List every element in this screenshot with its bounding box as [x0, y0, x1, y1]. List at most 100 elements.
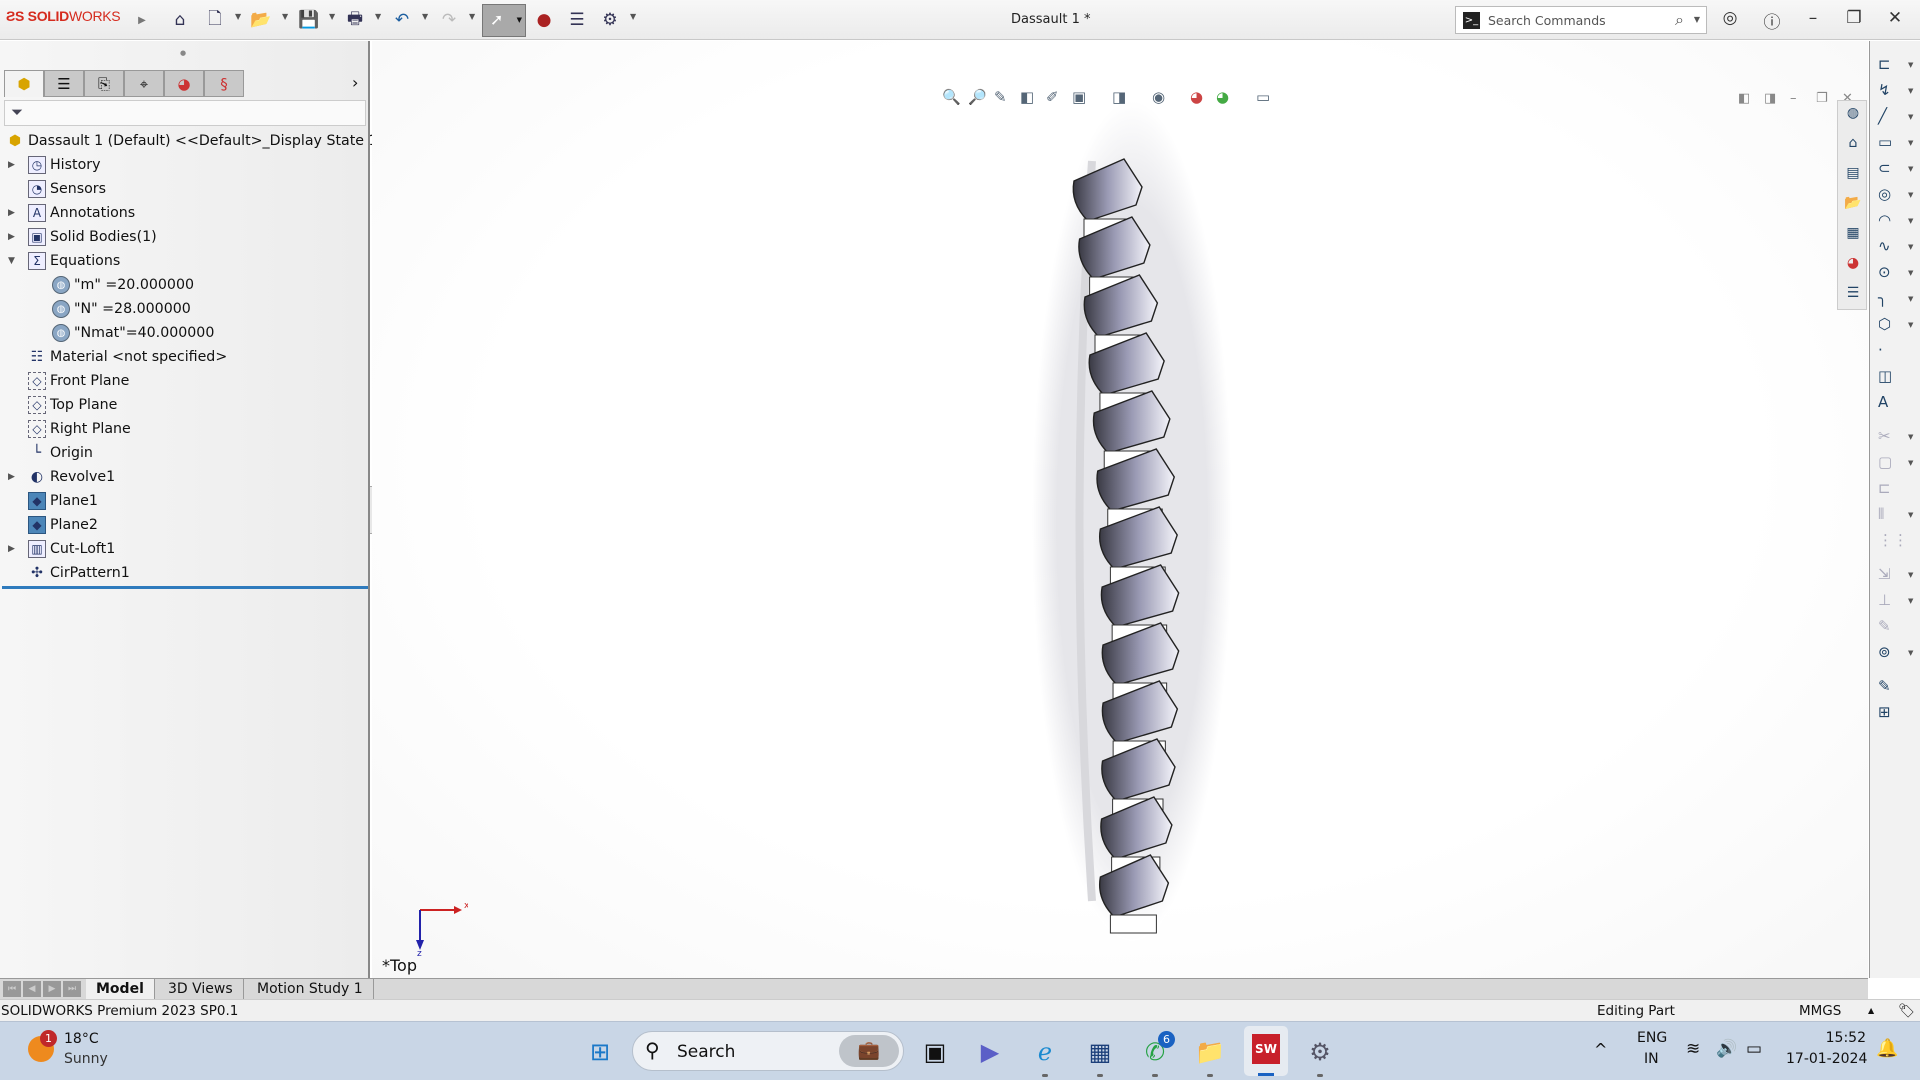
viewport-restore-icon[interactable]: ❐ — [1816, 91, 1828, 106]
section-view-icon[interactable]: ◧ — [1020, 88, 1034, 106]
command-dropdown-icon[interactable]: ▼ — [1908, 243, 1913, 251]
tree-item[interactable]: ▼ Σ Equations — [8, 249, 120, 273]
tree-item[interactable]: ◆ Plane2 — [28, 513, 98, 537]
rebuild-icon[interactable]: ● — [532, 8, 556, 32]
command-dropdown-icon[interactable]: ▼ — [1908, 295, 1913, 303]
undo-icon[interactable]: ↶ — [390, 8, 414, 32]
first-tab-icon[interactable]: ⏮ — [3, 981, 21, 997]
tree-item[interactable]: ▶ ▥ Cut-Loft1 — [8, 537, 115, 561]
panel-grip[interactable]: ● — [180, 49, 186, 57]
ellipse-icon[interactable]: ⊙ — [1878, 263, 1891, 281]
tab-model[interactable]: Model — [86, 979, 155, 1000]
save-icon[interactable]: 💾 — [297, 8, 321, 32]
tab-3d-views[interactable]: 3D Views — [158, 979, 244, 1000]
home-icon[interactable]: ⌂ — [168, 8, 192, 32]
undo-dropdown[interactable]: ▼ — [422, 12, 428, 21]
rapid-sketch-icon[interactable]: ✎ — [1878, 677, 1891, 695]
prev-tab-icon[interactable]: ◀ — [23, 981, 41, 997]
teams-icon[interactable]: ▶ — [972, 1034, 1008, 1070]
open-dropdown[interactable]: ▼ — [282, 12, 288, 21]
restore-button[interactable]: ❐ — [1842, 8, 1866, 28]
tree-filter-input[interactable]: ⏷ — [4, 100, 366, 126]
tab-property-manager[interactable]: ☰ — [44, 70, 84, 97]
rectangle-icon[interactable]: ▭ — [1878, 133, 1892, 151]
tab-display-manager[interactable]: ◕ — [164, 70, 204, 97]
hide-show-items-icon[interactable]: ◉ — [1152, 88, 1165, 106]
print-icon[interactable]: 🖶 — [343, 8, 367, 32]
tree-item[interactable]: ◔ Sensors — [28, 177, 106, 201]
point-icon[interactable]: · — [1878, 341, 1883, 359]
spline-icon[interactable]: ∿ — [1878, 237, 1891, 255]
print-dropdown[interactable]: ▼ — [375, 12, 381, 21]
new-document-icon[interactable]: 🗋 — [203, 8, 227, 32]
design-library-icon[interactable]: ▤ — [1843, 165, 1863, 185]
apply-scene-icon[interactable]: ◕ — [1216, 88, 1229, 106]
expand-arrow-icon[interactable]: ▶ — [8, 232, 15, 242]
file-explorer-icon[interactable]: 📁 — [1192, 1034, 1228, 1070]
tree-item[interactable]: ◆ Plane1 — [28, 489, 98, 513]
units-dropdown-icon[interactable]: ▲ — [1868, 1000, 1874, 1022]
command-dropdown-icon[interactable]: ▼ — [1908, 165, 1913, 173]
tree-item[interactable]: ◇ Front Plane — [28, 369, 129, 393]
search-commands-input[interactable]: >_ Search Commands ⌕ ▼ — [1455, 6, 1707, 34]
appearances-icon[interactable]: ◕ — [1843, 255, 1863, 275]
line-icon[interactable]: ╱ — [1878, 107, 1887, 125]
command-dropdown-icon[interactable]: ▼ — [1908, 321, 1913, 329]
help-icon[interactable]: ⓘ — [1760, 8, 1784, 33]
open-icon[interactable]: 📂 — [249, 8, 273, 32]
tree-item[interactable]: ▶ A Annotations — [8, 201, 135, 225]
display-style-icon[interactable]: ◨ — [1112, 88, 1126, 106]
language-indicator[interactable]: ENG — [1637, 1030, 1667, 1046]
command-dropdown-icon[interactable]: ▼ — [1908, 113, 1913, 121]
tile-right-icon[interactable]: ◨ — [1764, 91, 1776, 106]
new-dropdown[interactable]: ▼ — [235, 12, 241, 21]
trim-icon[interactable]: ✂ — [1878, 427, 1891, 445]
redo-dropdown[interactable]: ▼ — [469, 12, 475, 21]
save-dropdown[interactable]: ▼ — [329, 12, 335, 21]
units-selector[interactable]: MMGS — [1799, 1000, 1841, 1022]
command-dropdown-icon[interactable]: ▼ — [1908, 61, 1913, 69]
offset-icon[interactable]: ⊏ — [1878, 479, 1891, 497]
home-icon[interactable]: ⌂ — [1843, 135, 1863, 155]
dynamic-annotation-icon[interactable]: ✐ — [1046, 88, 1059, 106]
repair-sketch-icon[interactable]: ✎ — [1878, 617, 1891, 635]
command-dropdown-icon[interactable]: ▼ — [1908, 511, 1913, 519]
solidworks-resources-icon[interactable]: ◍ — [1843, 105, 1863, 125]
last-tab-icon[interactable]: ⏭ — [63, 981, 81, 997]
viewport-minimize-icon[interactable]: – — [1790, 91, 1797, 106]
settings-icon[interactable]: ⚙ — [1302, 1034, 1338, 1070]
microsoft-store-icon[interactable]: ▦ — [1082, 1034, 1118, 1070]
battery-icon[interactable]: ▭ — [1746, 1039, 1762, 1059]
solidworks-logo[interactable]: ƧS SOLIDWORKS — [6, 8, 121, 24]
instant2d-icon[interactable]: ⊞ — [1878, 703, 1891, 721]
task-view-icon[interactable]: ▣ — [917, 1034, 953, 1070]
tree-item[interactable]: ◍ "N" =28.000000 — [52, 297, 191, 321]
close-button[interactable]: ✕ — [1883, 8, 1907, 28]
custom-properties-icon[interactable]: ☰ — [1843, 285, 1863, 305]
circle-icon[interactable]: ◎ — [1878, 185, 1891, 203]
weather-condition[interactable]: Sunny — [64, 1051, 108, 1067]
tab-feature-manager[interactable]: ⬢ — [4, 70, 44, 97]
show-hidden-icons-chevron[interactable]: ^ — [1594, 1040, 1607, 1059]
taskbar-search[interactable]: ⚲ Search 💼 — [632, 1031, 904, 1071]
sketch-icon[interactable]: ⊏ — [1878, 55, 1891, 73]
command-dropdown-icon[interactable]: ▼ — [1908, 191, 1913, 199]
next-tab-icon[interactable]: ▶ — [43, 981, 61, 997]
region-indicator[interactable]: IN — [1644, 1051, 1659, 1067]
tile-left-icon[interactable]: ◧ — [1738, 91, 1750, 106]
graphics-viewport[interactable]: 🔍 🔎 ✎ ◧ ✐ ▣ ◨ ◉ ◕ ◕ ▭ ◧ ◨ – ❐ ✕ — [372, 41, 1868, 978]
account-icon[interactable]: ◎ — [1718, 8, 1742, 28]
fillet-icon[interactable]: ╮ — [1878, 289, 1887, 307]
options-dropdown[interactable]: ▼ — [630, 12, 636, 21]
minimize-button[interactable]: – — [1801, 8, 1825, 28]
expand-arrow-icon[interactable]: ▶ — [8, 208, 15, 218]
command-dropdown-icon[interactable]: ▼ — [1908, 649, 1913, 657]
expand-arrow-icon[interactable]: ▶ — [8, 544, 15, 554]
command-dropdown-icon[interactable]: ▼ — [1908, 433, 1913, 441]
tree-item[interactable]: └ Origin — [28, 441, 93, 465]
previous-view-icon[interactable]: ✎ — [994, 88, 1007, 106]
command-dropdown-icon[interactable]: ▼ — [1908, 217, 1913, 225]
tab-motion-study-1[interactable]: Motion Study 1 — [247, 979, 374, 1000]
command-dropdown-icon[interactable]: ▼ — [1908, 269, 1913, 277]
weather-temp[interactable]: 18°C — [64, 1031, 99, 1047]
